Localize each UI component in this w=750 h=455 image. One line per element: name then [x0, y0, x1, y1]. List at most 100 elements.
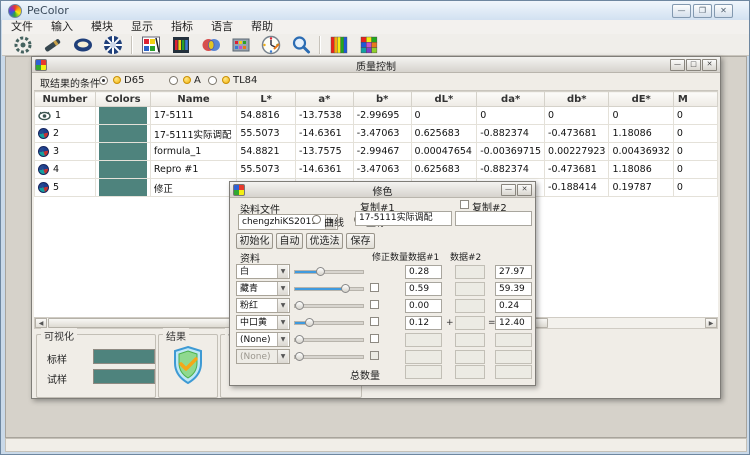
menu-module[interactable]: 模块	[82, 20, 122, 34]
slider-thumb[interactable]	[316, 267, 325, 276]
data1-field[interactable]	[405, 350, 442, 364]
table-row[interactable]: 1 17-511154.8816-13.7538-2.9969500000	[35, 107, 718, 125]
data1-field[interactable]: 0.12	[405, 316, 442, 330]
qc-titlebar[interactable]: 质量控制 — □ ✕	[32, 57, 720, 73]
sample-oval-icon[interactable]	[68, 34, 98, 56]
amount-slider[interactable]	[294, 304, 364, 308]
minimize-button[interactable]: —	[672, 4, 691, 18]
amount-slider[interactable]	[294, 321, 364, 325]
color-grid-icon[interactable]	[354, 34, 384, 56]
close-button[interactable]: ✕	[714, 4, 733, 18]
scroll-right-arrow[interactable]: ▶	[705, 318, 717, 328]
spectrum-icon[interactable]	[324, 34, 354, 56]
col-name[interactable]: Name	[150, 92, 237, 107]
dye-combo[interactable]: (None)▼	[236, 332, 290, 347]
data2-field[interactable]	[455, 333, 485, 347]
total-field[interactable]: 27.97	[495, 265, 532, 279]
col-b[interactable]: b*	[353, 92, 411, 107]
dye-combo[interactable]: 白▼	[236, 264, 290, 279]
table-row[interactable]: 3 formula_154.8821-13.7575-2.994670.0004…	[35, 143, 718, 161]
dye-file-combo[interactable]: chengzhiKS2019▼	[238, 214, 338, 230]
slider-thumb[interactable]	[305, 318, 314, 327]
maximize-button[interactable]: ❐	[693, 4, 712, 18]
radio-curve[interactable]	[312, 215, 321, 224]
col-colors[interactable]: Colors	[95, 92, 150, 107]
radio-a[interactable]	[169, 76, 178, 85]
slider-thumb[interactable]	[295, 335, 304, 344]
menu-help[interactable]: 帮助	[242, 20, 282, 34]
menu-file[interactable]: 文件	[2, 20, 42, 34]
col-m[interactable]: M	[673, 92, 717, 107]
correction-checkbox[interactable]	[370, 334, 379, 343]
radio-tl84[interactable]	[208, 76, 217, 85]
search-icon[interactable]	[286, 34, 316, 56]
data2-field[interactable]	[455, 350, 485, 364]
correction-checkbox[interactable]	[370, 351, 379, 360]
time-gauge-icon[interactable]	[256, 34, 286, 56]
recipe-bars-icon[interactable]	[166, 34, 196, 56]
qc-maximize-button[interactable]: □	[686, 59, 701, 71]
save-button[interactable]: 保存	[346, 233, 375, 249]
data2-field[interactable]	[455, 316, 485, 330]
dye-combo[interactable]: 粉红▼	[236, 298, 290, 313]
col-a[interactable]: a*	[295, 92, 353, 107]
data2-field[interactable]	[455, 282, 485, 296]
amount-slider[interactable]	[294, 338, 364, 342]
dye-combo[interactable]: (None)▼	[236, 349, 290, 364]
menu-index[interactable]: 指标	[162, 20, 202, 34]
color-mix-icon[interactable]	[196, 34, 226, 56]
total-data2-field[interactable]	[455, 365, 485, 379]
auto-button[interactable]: 自动	[276, 233, 303, 249]
total-sum-field[interactable]	[495, 365, 532, 379]
slider-thumb[interactable]	[295, 352, 304, 361]
col-dl[interactable]: dL*	[411, 92, 477, 107]
qc-minimize-button[interactable]: —	[670, 59, 685, 71]
data1-field[interactable]	[405, 333, 442, 347]
scroll-left-arrow[interactable]: ◀	[35, 318, 47, 328]
qc-close-button[interactable]: ✕	[702, 59, 717, 71]
col-da[interactable]: da*	[477, 92, 545, 107]
copy2-field[interactable]	[455, 211, 532, 226]
total-field[interactable]: 12.40	[495, 316, 532, 330]
dye-combo[interactable]: 中口黄▼	[236, 315, 290, 330]
correction-checkbox[interactable]	[370, 317, 379, 326]
copy2-checkbox[interactable]	[460, 200, 469, 209]
radio-d65[interactable]	[99, 76, 108, 85]
correction-checkbox[interactable]	[370, 283, 379, 292]
slider-thumb[interactable]	[295, 301, 304, 310]
color-wheel-icon[interactable]	[98, 34, 128, 56]
dialog-titlebar[interactable]: 修色 — ✕	[230, 182, 535, 198]
pen-icon[interactable]	[38, 34, 68, 56]
main-titlebar[interactable]: PeColor — ❐ ✕	[1, 1, 749, 20]
total-data1-field[interactable]	[405, 365, 442, 379]
total-field[interactable]: 0.24	[495, 299, 532, 313]
col-l[interactable]: L*	[237, 92, 296, 107]
data1-field[interactable]: 0.00	[405, 299, 442, 313]
correction-checkbox[interactable]	[370, 300, 379, 309]
data2-field[interactable]	[455, 265, 485, 279]
col-number[interactable]: Number	[35, 92, 96, 107]
amount-slider[interactable]	[294, 270, 364, 274]
initialize-button[interactable]: 初始化	[236, 233, 273, 249]
machine-grid-icon[interactable]	[226, 34, 256, 56]
slider-thumb[interactable]	[341, 284, 350, 293]
dye-combo[interactable]: 藏青▼	[236, 281, 290, 296]
data1-field[interactable]: 0.28	[405, 265, 442, 279]
table-row[interactable]: 4 Repro #155.5073-14.6361-3.470630.62568…	[35, 161, 718, 179]
total-field[interactable]	[495, 350, 532, 364]
amount-slider[interactable]	[294, 287, 364, 291]
dialog-close-button[interactable]: ✕	[517, 184, 532, 196]
col-de[interactable]: dE*	[609, 92, 673, 107]
settings-sync-icon[interactable]	[8, 34, 38, 56]
col-db[interactable]: db*	[545, 92, 609, 107]
menu-display[interactable]: 显示	[122, 20, 162, 34]
data1-field[interactable]: 0.59	[405, 282, 442, 296]
menu-language[interactable]: 语言	[202, 20, 242, 34]
menu-input[interactable]: 输入	[42, 20, 82, 34]
optimize-button[interactable]: 优选法	[306, 233, 343, 249]
dialog-minimize-button[interactable]: —	[501, 184, 516, 196]
amount-slider[interactable]	[294, 355, 364, 359]
total-field[interactable]: 59.39	[495, 282, 532, 296]
copy1-field[interactable]: 17-5111实际调配	[355, 211, 452, 226]
data2-field[interactable]	[455, 299, 485, 313]
